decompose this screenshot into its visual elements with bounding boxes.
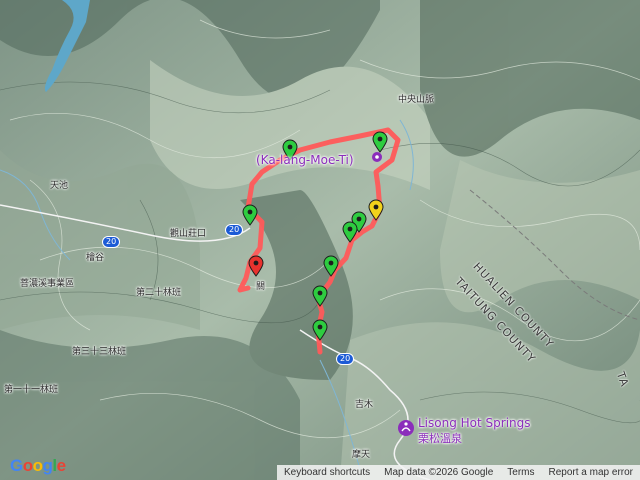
label-work-station: 菩濃溪事業區 (20, 279, 75, 289)
highway-20-shield-south: 20 (336, 353, 355, 365)
waypoint-yellow-marker-icon[interactable] (368, 199, 384, 221)
logo-letter: e (56, 456, 66, 475)
label-forest-30: 第二十林班 (136, 288, 182, 298)
label-forest-11: 第一十一林班 (4, 385, 59, 395)
waypoint-marker-icon[interactable] (312, 285, 328, 307)
waypoint-marker-icon[interactable] (312, 319, 328, 341)
label-kalamoeti[interactable]: (Ka-lang-Moe-Ti) (256, 153, 354, 167)
label-guan: 關 (256, 282, 266, 292)
label-lisong-en[interactable]: Lisong Hot Springs (418, 416, 531, 430)
label-mengshan: 觀山莊口 (170, 229, 207, 239)
terms-link[interactable]: Terms (500, 467, 541, 478)
label-jimu: 吉木 (355, 400, 374, 410)
lisong-poi-icon[interactable] (398, 420, 414, 436)
label-forest-32: 第三十三林班 (72, 347, 127, 357)
end-marker-icon[interactable] (248, 255, 264, 277)
terrain-layer (0, 0, 640, 480)
map-data-label: Map data ©2026 Google (384, 467, 494, 478)
report-error-link[interactable]: Report a map error (542, 467, 640, 478)
label-tianchi: 天池 (50, 181, 69, 191)
waypoint-marker-icon[interactable] (323, 255, 339, 277)
kalamoeti-poi-icon[interactable] (372, 152, 382, 162)
attribution-bar: Keyboard shortcuts Map data ©2026 Google… (276, 465, 640, 480)
label-zhongyang-range: 中央山脈 (398, 95, 435, 105)
highway-20-shield: 20 (225, 224, 244, 236)
map-canvas[interactable]: 20 20 20 中央山脈 天池 觀山莊口 檜谷 菩濃溪事業區 第二十林班 第三… (0, 0, 640, 480)
logo-letter: o (32, 456, 43, 475)
logo-letter: g (42, 456, 53, 475)
logo-letter: G (10, 456, 23, 475)
waypoint-marker-icon[interactable] (342, 221, 358, 243)
waypoint-marker-icon[interactable] (242, 204, 258, 226)
label-lisong-zh[interactable]: 栗松溫泉 (418, 430, 462, 446)
highway-20-shield-west: 20 (102, 236, 121, 248)
google-logo[interactable]: Google (10, 456, 66, 476)
waypoint-marker-icon[interactable] (372, 131, 388, 153)
keyboard-shortcuts-link[interactable]: Keyboard shortcuts (277, 467, 377, 478)
label-motian: 摩天 (352, 450, 371, 460)
label-kuigu: 檜谷 (86, 253, 105, 263)
logo-letter: o (22, 456, 33, 475)
